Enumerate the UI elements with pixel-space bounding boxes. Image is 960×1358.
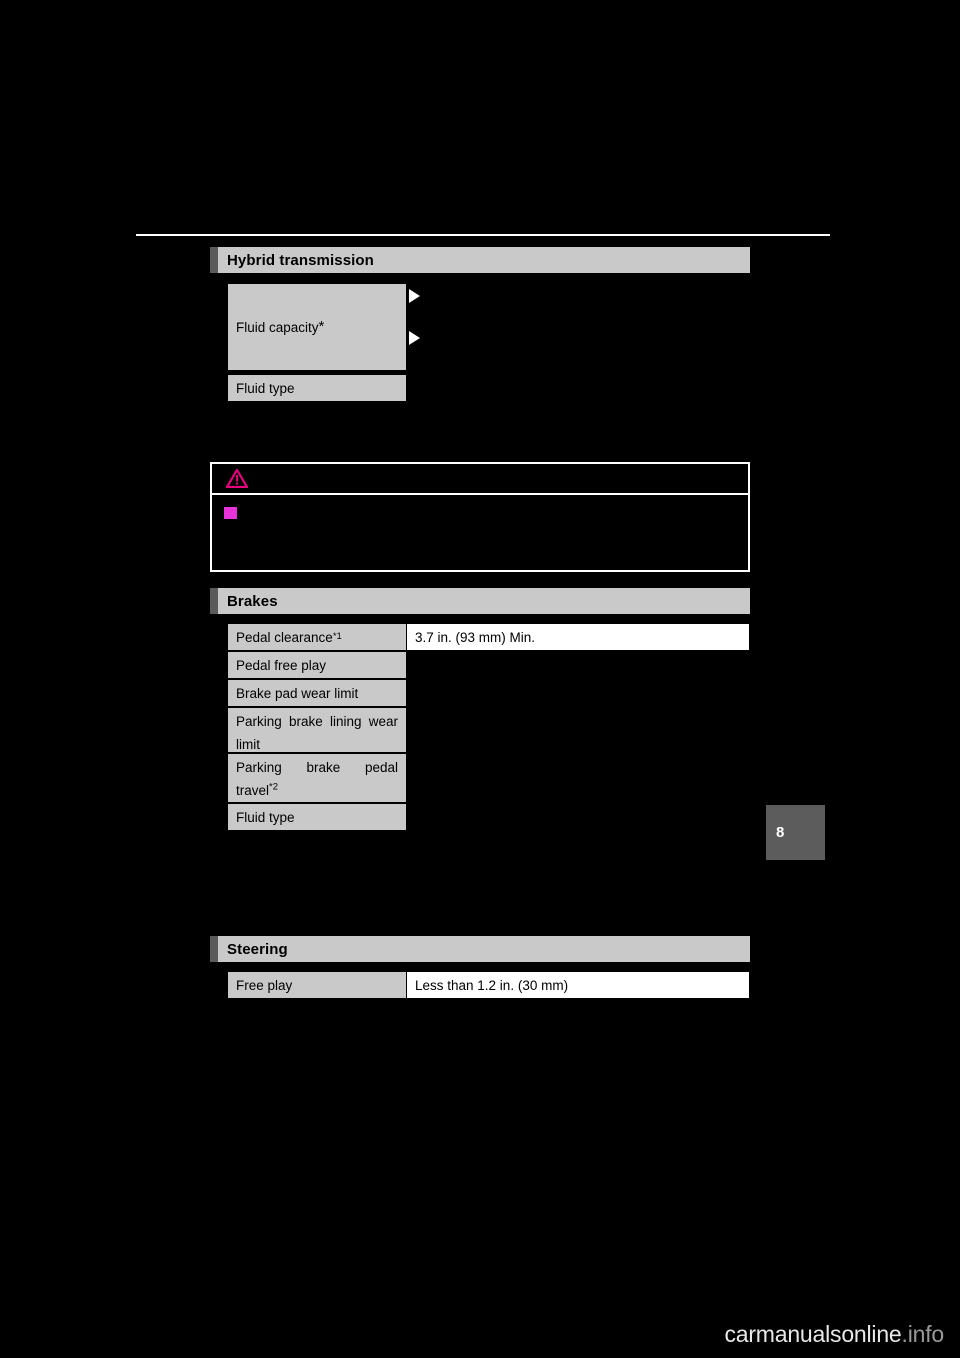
label-text: Free play: [236, 977, 293, 993]
section-header-steering: Steering: [210, 936, 750, 962]
section-header-hybrid-transmission: Hybrid transmission: [210, 247, 750, 273]
watermark-suffix: .info: [901, 1321, 945, 1347]
manual-page: Hybrid transmission Fluid capacity * Flui…: [0, 0, 960, 1358]
table-row-label-brake-pad-wear-limit: Brake pad wear limit: [227, 679, 407, 707]
label-text: Fluid type: [236, 809, 295, 825]
caution-box: [210, 462, 750, 572]
label-text: Fluid type: [236, 380, 295, 396]
table-row-value-pedal-clearance: 3.7 in. (93 mm) Min.: [406, 623, 750, 651]
table-row-label-free-play: Free play: [227, 971, 407, 999]
table-row-label-parking-brake-lining-wear-limit: Parking brake lining wear limit: [227, 707, 407, 753]
section-header-brakes: Brakes: [210, 588, 750, 614]
table-row-label-pedal-clearance: Pedal clearance *1: [227, 623, 407, 651]
section-title: Hybrid transmission: [227, 251, 374, 269]
section-title: Steering: [227, 940, 288, 958]
warning-triangle-icon: [226, 469, 248, 488]
caution-header: [212, 464, 748, 495]
label-text: Brake pad wear limit: [236, 685, 359, 701]
section-header-accent-bar: [210, 247, 218, 273]
watermark-main: carmanualsonline: [724, 1321, 902, 1347]
table-row-label-parking-brake-pedal-travel: Parking brake pedal travel*2: [227, 753, 407, 803]
page-top-rule: [136, 234, 830, 236]
section-header-accent-bar: [210, 936, 218, 962]
label-text: Fluid capacity: [236, 319, 319, 335]
label-text: Parking brake pedal travel: [236, 760, 398, 798]
site-watermark: carmanualsonline.info: [724, 1321, 944, 1348]
table-row-label-brakes-fluid-type: Fluid type: [227, 803, 407, 831]
table-row-label-pedal-free-play: Pedal free play: [227, 651, 407, 679]
label-text: Pedal free play: [236, 657, 327, 673]
arrow-bullet-icon-2: [409, 331, 420, 345]
magenta-square-bullet-icon: [224, 507, 237, 519]
table-row-label-fluid-capacity: Fluid capacity *: [227, 283, 407, 371]
label-text: Parking brake lining wear limit: [236, 714, 398, 752]
footnote-marker: *2: [269, 781, 278, 793]
label-text: Pedal clearance: [236, 629, 333, 645]
table-row-label-fluid-type: Fluid type: [227, 374, 407, 402]
section-header-accent-bar: [210, 588, 218, 614]
chapter-page-tab: 8: [766, 805, 825, 860]
table-row-value-free-play: Less than 1.2 in. (30 mm): [406, 971, 750, 999]
section-title: Brakes: [227, 592, 278, 610]
arrow-bullet-icon-1: [409, 289, 420, 303]
